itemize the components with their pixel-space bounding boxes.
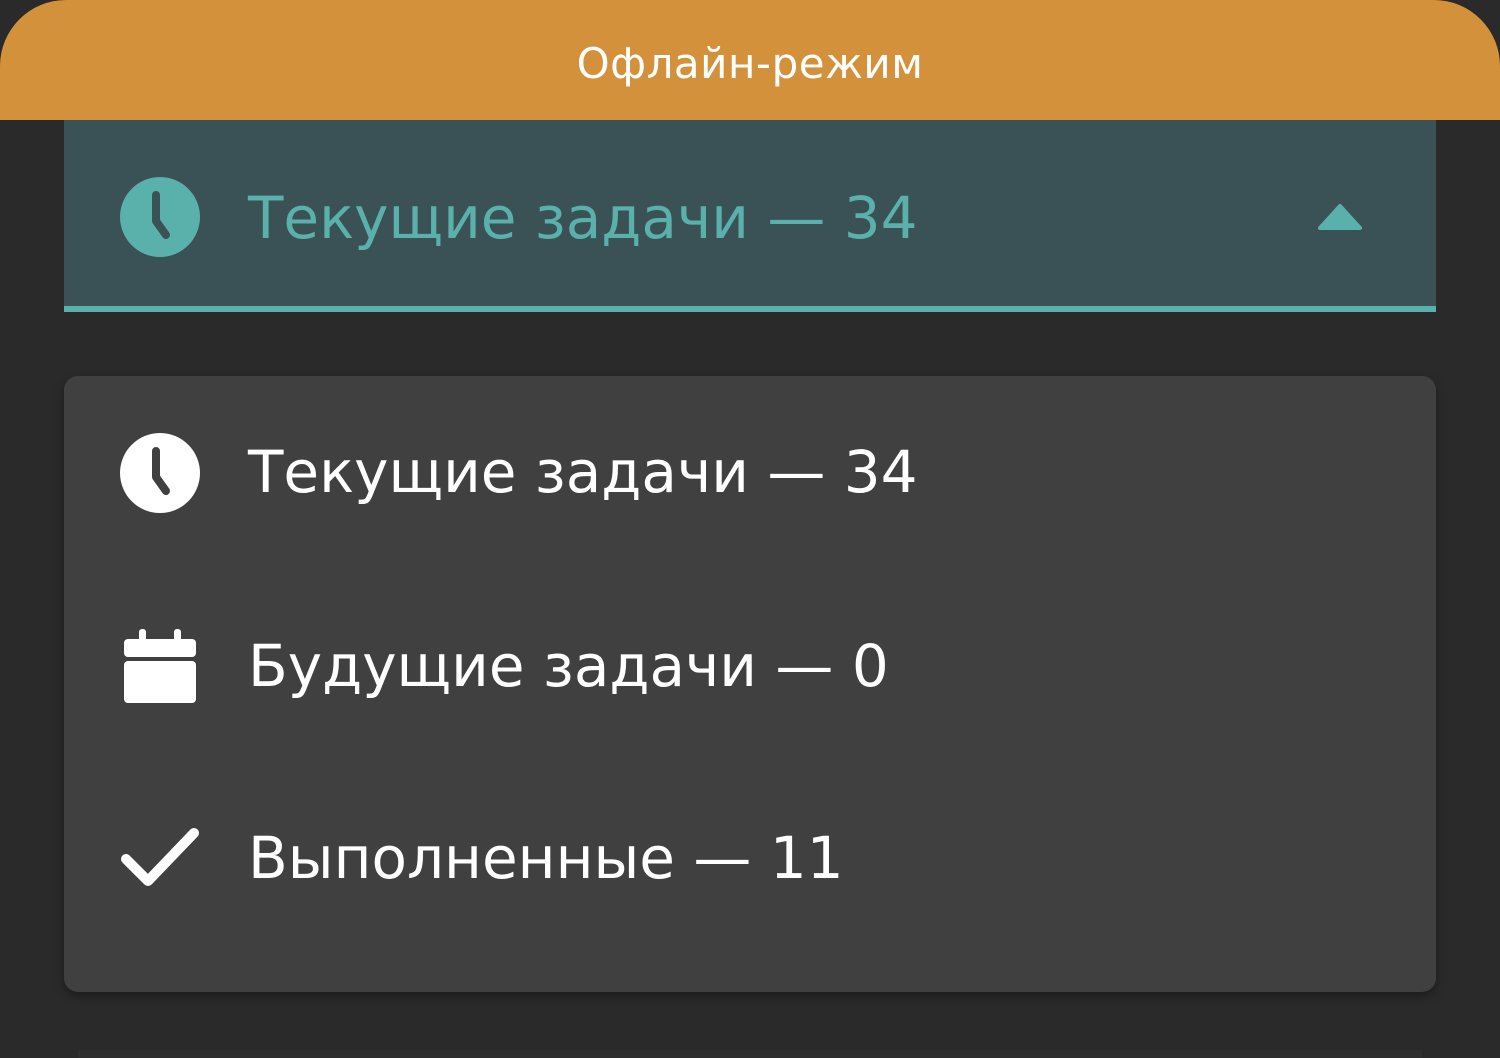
menu-item-label: Текущие задачи — 34	[248, 438, 918, 506]
caret-up-icon[interactable]	[1316, 202, 1364, 230]
menu-item-future-tasks[interactable]: Будущие задачи — 0	[64, 590, 1436, 740]
bottom-sheet-edge	[78, 1050, 1422, 1058]
menu-item-label: Выполненные — 11	[248, 824, 844, 892]
task-filter-selector[interactable]: Текущие задачи — 34	[64, 120, 1436, 312]
menu-item-label: Будущие задачи — 0	[248, 632, 889, 700]
offline-mode-banner: Офлайн-режим	[0, 0, 1500, 120]
menu-item-completed-tasks[interactable]: Выполненные — 11	[64, 782, 1436, 932]
menu-item-current-tasks[interactable]: Текущие задачи — 34	[64, 398, 1436, 548]
clock-icon	[120, 433, 200, 513]
app-screen: Офлайн-режим Текущие задачи — 34 Текущие…	[0, 0, 1500, 1058]
selected-filter-label: Текущие задачи — 34	[248, 184, 918, 252]
offline-mode-label: Офлайн-режим	[576, 38, 924, 88]
checkmark-icon	[121, 828, 199, 886]
calendar-icon	[124, 629, 196, 703]
clock-icon	[120, 177, 200, 257]
task-filter-dropdown: Текущие задачи — 34 Будущие задачи — 0 В…	[64, 376, 1436, 992]
